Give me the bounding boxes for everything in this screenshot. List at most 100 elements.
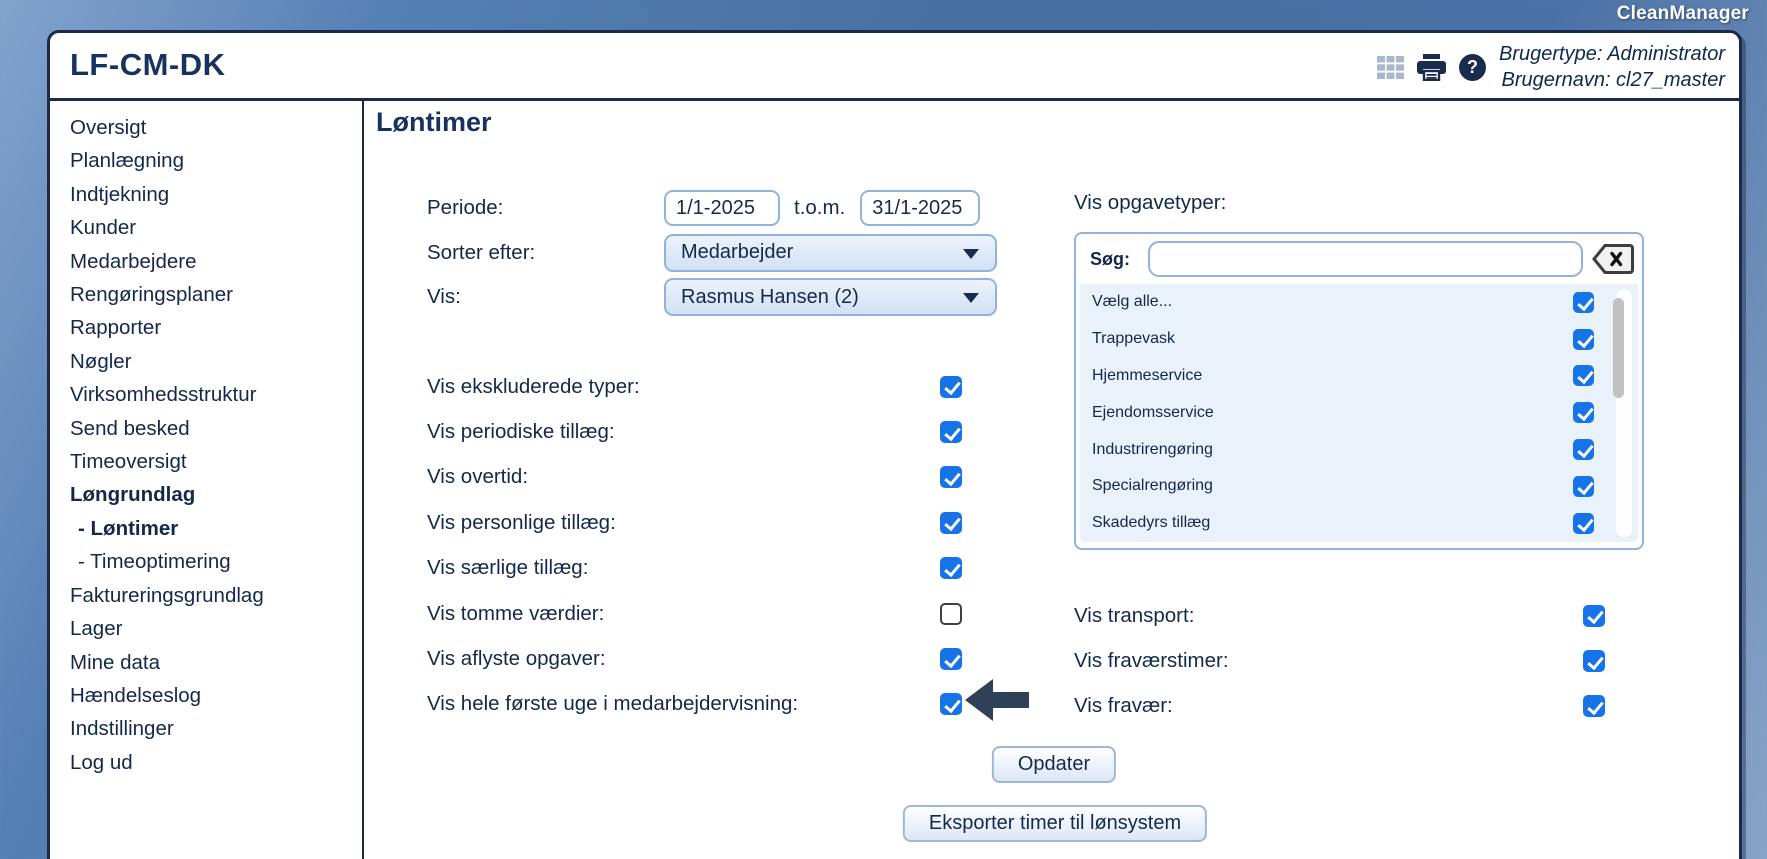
option-row: Vis fravær: — [1074, 684, 1605, 729]
window-header: LF-CM-DK ? Brugertype: Administrator Bru… — [50, 33, 1739, 101]
list-item-trappevask[interactable]: Trappevask — [1080, 321, 1638, 358]
sidebar-item-lager[interactable]: Lager — [70, 612, 362, 645]
checkbox[interactable] — [1573, 475, 1594, 497]
sidebar-item-noegler[interactable]: Nøgler — [70, 345, 362, 378]
sorter-efter-select[interactable]: Medarbejder — [664, 233, 997, 272]
date-from-input[interactable] — [664, 190, 780, 227]
checkbox[interactable] — [940, 466, 962, 489]
window-title: LF-CM-DK — [70, 47, 226, 82]
options-right-column: Vis transport: Vis fraværstimer: Vis fra… — [1074, 593, 1605, 729]
list-item-vaelg-alle[interactable]: Vælg alle... — [1080, 284, 1638, 321]
vis-select[interactable]: Rasmus Hansen (2) — [664, 278, 997, 317]
vis-label: Vis: — [427, 285, 461, 309]
checkbox[interactable] — [940, 375, 962, 398]
option-row: Vis fraværstimer: — [1074, 638, 1605, 683]
list-item-label: Skadedyrs tillæg — [1092, 514, 1211, 532]
checkbox[interactable] — [1573, 512, 1594, 534]
sidebar-item-faktureringsgrundlag[interactable]: Faktureringsgrundlag — [70, 579, 362, 612]
checkbox[interactable] — [940, 693, 962, 716]
sidebar-item-timeoversigt[interactable]: Timeoversigt — [70, 445, 362, 478]
page-title: Løntimer — [376, 107, 492, 137]
help-icon[interactable]: ? — [1458, 53, 1486, 81]
checkbox[interactable] — [1583, 650, 1605, 673]
list-item-label: Industrirengøring — [1092, 440, 1213, 458]
printer-icon[interactable] — [1416, 53, 1446, 81]
sidebar-item-rapporter[interactable]: Rapporter — [70, 311, 362, 344]
checkbox[interactable] — [940, 602, 962, 625]
checkbox[interactable] — [1583, 695, 1605, 718]
option-row: Vis overtid: — [427, 455, 962, 500]
soeg-input[interactable] — [1148, 241, 1583, 277]
list-item-hjemmeservice[interactable]: Hjemmeservice — [1080, 358, 1638, 395]
checkbox[interactable] — [1583, 604, 1605, 627]
vis-value: Rasmus Hansen (2) — [681, 285, 859, 308]
sidebar-item-loengrundlag[interactable]: Løngrundlag — [70, 478, 362, 511]
checkbox[interactable] — [940, 557, 962, 580]
option-label: Vis hele første uge i medarbejdervisning… — [427, 692, 799, 716]
option-label: Vis personlige tillæg: — [427, 510, 616, 534]
sidebar-item-mine-data[interactable]: Mine data — [70, 646, 362, 679]
option-label: Vis tomme værdier: — [427, 601, 605, 625]
checkbox[interactable] — [1573, 402, 1594, 424]
option-row: Vis transport: — [1074, 593, 1605, 638]
option-label: Vis overtid: — [427, 465, 529, 489]
sidebar-item-haendelseslog[interactable]: Hændelseslog — [70, 679, 362, 712]
sidebar-item-indtjekning[interactable]: Indtjekning — [70, 178, 362, 211]
list-item-label: Vælg alle... — [1092, 293, 1173, 311]
table-icon[interactable] — [1376, 55, 1404, 79]
brand-logo-text: CleanManager — [1616, 3, 1749, 24]
list-item-specialrengoering[interactable]: Specialrengøring — [1080, 468, 1638, 505]
option-row: Vis ekskluderede typer: — [427, 364, 962, 409]
sidebar-item-rengoeringsplaner[interactable]: Rengøringsplaner — [70, 278, 362, 311]
sidebar-item-kunder[interactable]: Kunder — [70, 211, 362, 244]
sidebar-item-virksomhedsstruktur[interactable]: Virksomhedsstruktur — [70, 378, 362, 411]
user-name: Brugernavn: cl27_master — [1501, 69, 1725, 91]
checkbox[interactable] — [940, 421, 962, 444]
checkbox[interactable] — [1573, 291, 1594, 313]
option-row: Vis hele første uge i medarbejdervisning… — [427, 682, 962, 727]
option-row: Vis personlige tillæg: — [427, 500, 962, 545]
annotation-arrow-icon — [965, 679, 1029, 721]
sidebar-item-loentimer[interactable]: - Løntimer — [70, 512, 362, 545]
filter-form: Periode: t.o.m. Sorter efter: Medarbejde… — [427, 186, 997, 320]
sidebar-item-log-ud[interactable]: Log ud — [70, 746, 362, 779]
sorter-efter-label: Sorter efter: — [427, 240, 536, 264]
list-item-label: Ejendomsservice — [1092, 403, 1214, 421]
opdater-button[interactable]: Opdater — [991, 746, 1117, 783]
option-label: Vis fravær: — [1074, 694, 1173, 718]
option-row: Vis periodiske tillæg: — [427, 409, 962, 454]
sorter-efter-value: Medarbejder — [681, 241, 794, 264]
list-item-label: Trappevask — [1092, 330, 1175, 348]
sidebar-item-indstillinger[interactable]: Indstillinger — [70, 712, 362, 745]
checkbox[interactable] — [1573, 328, 1594, 350]
sidebar-item-oversigt[interactable]: Oversigt — [70, 111, 362, 144]
user-info: Brugertype: Administrator Brugernavn: cl… — [1499, 41, 1725, 93]
list-item-industrirengoering[interactable]: Industrirengøring — [1080, 431, 1638, 468]
date-to-input[interactable] — [860, 190, 981, 227]
checkbox[interactable] — [940, 648, 962, 671]
list-item-ejendomsservice[interactable]: Ejendomsservice — [1080, 394, 1638, 431]
scrollbar-track[interactable] — [1612, 289, 1632, 537]
opgavetyper-label: Vis opgavetyper: — [1074, 191, 1227, 214]
sidebar-item-planlaegning[interactable]: Planlægning — [70, 144, 362, 177]
backspace-icon — [1592, 244, 1634, 274]
option-label: Vis periodiske tillæg: — [427, 420, 615, 444]
opgavetyper-search-row: Søg: — [1076, 234, 1642, 284]
list-item-skadedyrs-tillaeg[interactable]: Skadedyrs tillæg — [1080, 505, 1638, 542]
option-row: Vis særlige tillæg: — [427, 546, 962, 591]
sidebar-item-send-besked[interactable]: Send besked — [70, 412, 362, 445]
option-label: Vis transport: — [1074, 603, 1195, 627]
clear-search-button[interactable] — [1592, 243, 1634, 275]
eksporter-button[interactable]: Eksporter timer til lønsystem — [902, 805, 1208, 842]
option-label: Vis særlige tillæg: — [427, 556, 589, 580]
checkbox[interactable] — [1573, 365, 1594, 387]
scrollbar-thumb[interactable] — [1612, 298, 1624, 398]
checkbox[interactable] — [940, 511, 962, 534]
sidebar-item-medarbejdere[interactable]: Medarbejdere — [70, 245, 362, 278]
list-item-label: Hjemmeservice — [1092, 366, 1203, 384]
main-content: Løntimer Periode: t.o.m. Sorter efter: M… — [364, 101, 1739, 859]
app-window: LF-CM-DK ? Brugertype: Administrator Bru… — [47, 30, 1742, 859]
checkbox[interactable] — [1573, 439, 1594, 461]
sidebar-item-timeoptimering[interactable]: - Timeoptimering — [70, 545, 362, 578]
option-label: Vis fraværstimer: — [1074, 649, 1229, 673]
